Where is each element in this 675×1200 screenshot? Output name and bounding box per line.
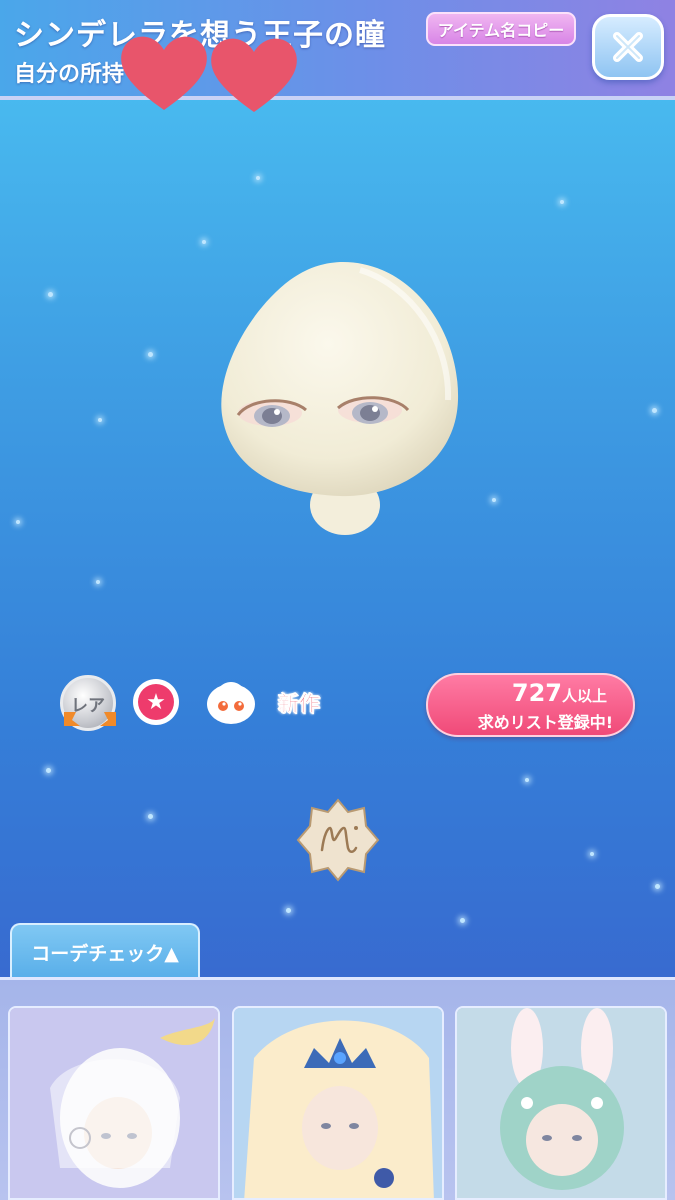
wishlist-count-badge[interactable]: 727人以上 求めリスト登録中! [426,673,635,737]
avatar-thumbnail [10,1008,218,1198]
face-parts-category-icon [207,682,255,724]
wishlist-count: 727人以上 [512,679,607,707]
wishlist-count-number: 727 [511,679,562,707]
eyes-item-preview [221,261,459,535]
sparkle-decoration [148,814,153,819]
coordinate-check-tab[interactable]: コーデチェック▲ [10,923,200,979]
sparkle-decoration [148,352,153,357]
sparkle-decoration [46,768,51,773]
sparkle-decoration [256,176,260,180]
favorite-star-badge: ★ [133,679,179,725]
coordinate-card[interactable] [455,1006,667,1200]
sparkle-decoration [16,520,20,524]
sparkle-decoration [48,292,53,297]
sparkle-decoration [492,498,496,502]
wishlist-count-suffix: 人以上 [561,687,607,705]
sparkle-decoration [202,240,206,244]
ownership-status: 自分の所持 [14,62,125,87]
coordinate-card[interactable] [232,1006,444,1200]
heart-sticker-icon [121,36,207,110]
wishlist-label: 求めリスト登録中! [477,713,613,732]
new-item-badge: 新作 [278,692,321,717]
sparkle-decoration [655,884,660,889]
sparkle-decoration [652,408,657,413]
brand-emblem-icon [296,798,380,882]
close-button[interactable] [592,14,664,80]
coordinate-card[interactable] [8,1006,220,1200]
item-header: シンデレラを想う王子の瞳 自分の所持 アイテム名コピー [0,0,675,100]
avatar-thumbnail [457,1008,665,1198]
ribbon-icon [64,712,116,726]
star-icon: ★ [138,684,174,720]
heart-sticker-icon [211,38,297,112]
sparkle-decoration [96,580,100,584]
sparkle-decoration [98,418,102,422]
avatar-thumbnail [234,1008,442,1198]
sparkle-decoration [590,852,594,856]
sparkle-decoration [525,778,529,782]
sparkle-decoration [460,918,465,923]
close-icon [613,32,643,62]
sparkle-decoration [286,908,291,913]
sparkle-decoration [560,200,564,204]
copy-item-name-button[interactable]: アイテム名コピー [426,12,576,46]
